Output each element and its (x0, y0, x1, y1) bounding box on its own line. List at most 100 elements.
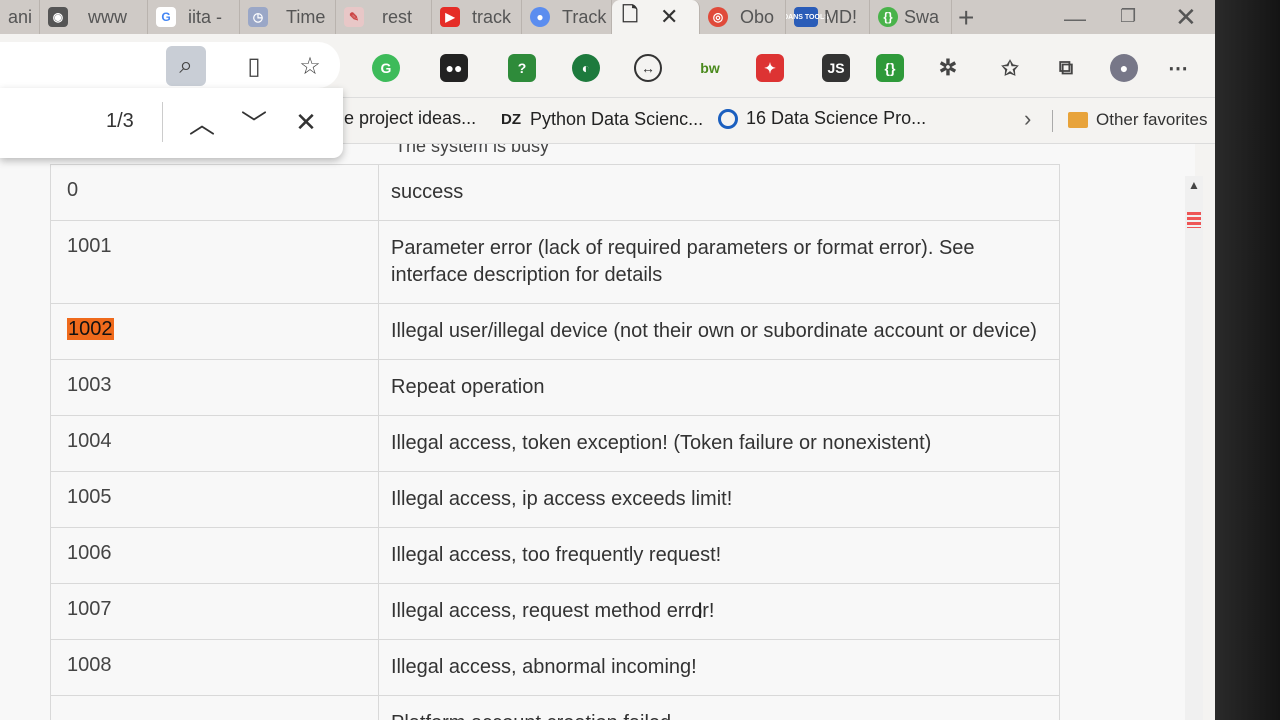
extensions-icon[interactable]: ✲ (934, 54, 962, 82)
chevron-right-icon[interactable]: › (1024, 106, 1031, 132)
swagger-icon: {} (878, 7, 898, 27)
tab[interactable]: ani (0, 0, 40, 34)
more-icon[interactable]: ⋯ (1164, 54, 1192, 82)
error-code: 1005 (67, 486, 112, 508)
folder-icon (1068, 112, 1088, 128)
other-favorites[interactable]: Other favorites (1068, 110, 1208, 130)
error-code-cell: 1006 (50, 527, 379, 584)
error-code: 1007 (67, 598, 112, 620)
scrollbar[interactable]: ▲ (1185, 176, 1203, 720)
error-description: Illegal access, ip access exceeds limit! (378, 471, 1060, 528)
globe-icon[interactable]: ◐ (572, 54, 600, 82)
table-row: 0 success (50, 164, 1060, 221)
cut-off-text: The system is busy (395, 144, 550, 156)
error-code-cell: 0 (50, 164, 379, 221)
rest-icon: ✎ (344, 7, 364, 27)
extension-icon[interactable]: ? (508, 54, 536, 82)
error-description: Illegal access, abnormal incoming! (378, 639, 1060, 696)
close-find-icon[interactable]: ✕ (288, 104, 324, 140)
find-next-icon[interactable]: ﹀ (236, 104, 272, 140)
find-in-page-icon[interactable]: ⌕ (166, 46, 206, 86)
tab[interactable]: ▶ track (432, 0, 522, 34)
error-description: success (378, 164, 1060, 221)
error-description: Illegal access, token exception! (Token … (378, 415, 1060, 472)
tab[interactable]: {} Swa (870, 0, 952, 34)
favorites-icon[interactable]: ✩ (996, 54, 1024, 82)
browser-icon: ◉ (48, 7, 68, 27)
tab[interactable]: G iita - (148, 0, 240, 34)
error-code: 1003 (67, 374, 112, 396)
tab[interactable]: ◎ Obo (700, 0, 786, 34)
bookmark[interactable]: e project ideas... (344, 108, 476, 129)
window-close-icon[interactable]: ✕ (1175, 2, 1197, 33)
youtube-icon: ▶ (440, 7, 460, 27)
google-icon: G (156, 7, 176, 27)
error-code-cell: 1002 (50, 303, 379, 360)
table-row: 1005 Illegal access, ip access exceeds li… (50, 471, 1060, 528)
avatar[interactable]: ● (1110, 54, 1138, 82)
page-icon: 🗋 (621, 4, 639, 26)
divider (1052, 110, 1053, 132)
tab-label: Obo (740, 6, 775, 27)
js-icon[interactable]: JS (822, 54, 850, 82)
bookmark-label: Python Data Scienc... (530, 108, 704, 129)
scroll-up-icon[interactable]: ▲ (1188, 178, 1200, 192)
error-description: Parameter error (lack of required parame… (378, 220, 1060, 304)
new-tab-icon[interactable]: + (958, 2, 974, 34)
error-description: Illegal access, too frequently request! (378, 527, 1060, 584)
tab[interactable]: DANS TOOLS MD! (786, 0, 870, 34)
table-row: 1002 Illegal user/illegal device (not the… (50, 303, 1060, 360)
fox-icon[interactable]: ✦ (756, 54, 784, 82)
tab-label: ani (8, 6, 33, 27)
tab-label: Time (286, 6, 326, 27)
table-row: 1006 Illegal access, too frequently reque… (50, 527, 1060, 584)
timer-icon: ◷ (248, 7, 268, 27)
divider (162, 102, 163, 142)
dans-tools-icon: DANS TOOLS (786, 7, 829, 27)
bookmark-label: e project ideas... (344, 108, 477, 128)
bw-icon[interactable]: bw (696, 54, 724, 82)
find-match-highlight: 1002 (67, 318, 114, 340)
bookmark[interactable]: 16 Data Science Pro... (718, 108, 926, 129)
minimize-icon[interactable]: — (1064, 6, 1086, 32)
tab-active[interactable]: 🗋 ✕ (612, 0, 700, 34)
error-code: 1008 (67, 654, 112, 676)
find-bar: 1/3 ︿ ﹀ ✕ (0, 88, 343, 158)
tab-strip: ani ◉ www G iita - ◷ Time ✎ rest ▶ track… (0, 0, 1215, 34)
bookmark-label: 16 Data Science Pro... (746, 108, 927, 128)
error-code-cell: 1008 (50, 639, 379, 696)
extension-icon[interactable]: ↔ (634, 54, 662, 82)
collections-icon[interactable]: ⧉ (1052, 54, 1080, 82)
tab[interactable]: ◉ www (40, 0, 148, 34)
text-cursor-icon: I (697, 598, 704, 623)
error-code-cell: 1005 (50, 471, 379, 528)
error-code-cell: 1004 (50, 415, 379, 472)
extension-icon[interactable]: ●● (440, 54, 468, 82)
monitor-bezel (1215, 0, 1280, 720)
tab-label: Swa (904, 6, 940, 27)
json-icon[interactable]: {} (876, 54, 904, 82)
table-row: Platform account creation failed (50, 695, 1060, 720)
find-match-marker (1187, 212, 1201, 228)
error-code-cell: 1001 (50, 220, 379, 304)
error-code-cell: 1007 (50, 583, 379, 640)
find-previous-icon[interactable]: ︿ (184, 104, 220, 140)
tab-label: Track (562, 6, 607, 27)
bookmark[interactable]: DZ Python Data Scienc... (500, 108, 703, 130)
browser-window: ani ◉ www G iita - ◷ Time ✎ rest ▶ track… (0, 0, 1215, 720)
error-description: Repeat operation (378, 359, 1060, 416)
tab[interactable]: ● Track (522, 0, 612, 34)
error-description: Illegal user/illegal device (not their o… (378, 303, 1060, 360)
error-code: 1006 (67, 542, 112, 564)
tab[interactable]: ✎ rest (336, 0, 432, 34)
restore-icon[interactable]: ❐ (1120, 6, 1136, 27)
immersive-reader-icon[interactable]: ▯ (234, 46, 274, 86)
grammarly-icon[interactable]: G (372, 54, 400, 82)
tab-label: track (472, 6, 512, 27)
add-favorite-icon[interactable]: ☆ (290, 46, 330, 86)
close-tab-icon[interactable]: ✕ (660, 4, 678, 30)
find-match-count: 1/3 (106, 110, 134, 132)
tab-label: www (88, 6, 127, 27)
tab[interactable]: ◷ Time (240, 0, 336, 34)
tab-label: MD! (824, 6, 857, 27)
